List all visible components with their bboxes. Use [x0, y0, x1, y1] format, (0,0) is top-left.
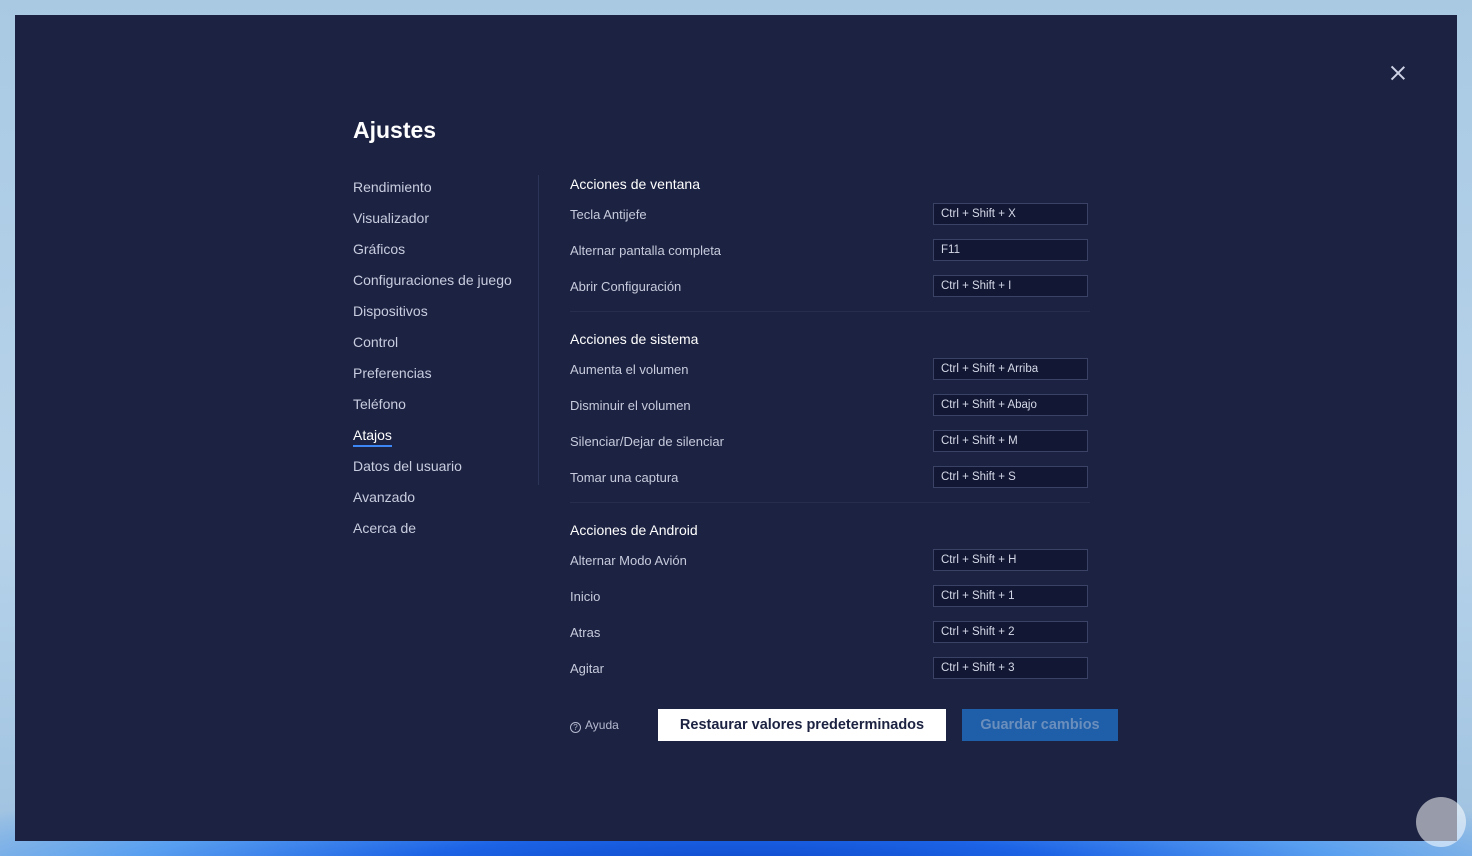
shortcut-label: Alternar Modo Avión — [570, 553, 687, 568]
section-title-android: Acciones de Android — [570, 522, 698, 538]
sidebar-item-visualizador[interactable]: Visualizador — [353, 209, 512, 240]
shortcut-label: Atras — [570, 625, 601, 640]
shortcut-row: Agitar Ctrl + Shift + 3 — [570, 657, 1090, 693]
restore-defaults-button[interactable]: Restaurar valores predeterminados — [658, 709, 946, 741]
sidebar-item-rendimiento[interactable]: Rendimiento — [353, 178, 512, 209]
sidebar-item-dispositivos[interactable]: Dispositivos — [353, 302, 512, 333]
section-title-sistema: Acciones de sistema — [570, 331, 699, 347]
section-divider — [570, 502, 1090, 503]
shortcut-label: Aumenta el volumen — [570, 362, 689, 377]
shortcut-label: Alternar pantalla completa — [570, 243, 722, 258]
dialog-footer: ? Ayuda Restaurar valores predeterminados… — [570, 709, 1130, 741]
sidebar-item-control[interactable]: Control — [353, 333, 512, 364]
help-circle-icon: ? — [570, 722, 581, 733]
shortcut-label: Disminuir el volumen — [570, 398, 691, 413]
sidebar-divider — [538, 175, 539, 485]
shortcut-input[interactable]: Ctrl + Shift + 2 — [933, 621, 1088, 643]
shortcut-input[interactable]: Ctrl + Shift + Abajo — [933, 394, 1088, 416]
shortcut-row: Inicio Ctrl + Shift + 1 — [570, 585, 1090, 621]
sidebar-item-configuraciones-de-juego[interactable]: Configuraciones de juego — [353, 271, 512, 302]
sidebar-item-avanzado[interactable]: Avanzado — [353, 488, 512, 519]
help-link[interactable]: ? Ayuda — [570, 718, 619, 733]
shortcut-input[interactable]: Ctrl + Shift + X — [933, 203, 1088, 225]
help-label: Ayuda — [585, 718, 619, 732]
shortcut-label: Silenciar/Dejar de silenciar — [570, 434, 724, 449]
sidebar-item-telefono[interactable]: Teléfono — [353, 395, 512, 426]
shortcut-row: Atras Ctrl + Shift + 2 — [570, 621, 1090, 657]
sidebar-item-graficos[interactable]: Gráficos — [353, 240, 512, 271]
watermark-logo — [1416, 797, 1466, 847]
shortcut-row: Alternar Modo Avión Ctrl + Shift + H — [570, 549, 1090, 585]
shortcut-row: Alternar pantalla completa F11 — [570, 239, 1090, 275]
settings-dialog: Ajustes Rendimiento Visualizador Gráfico… — [15, 15, 1457, 841]
shortcut-row: Tomar una captura Ctrl + Shift + S — [570, 466, 1090, 502]
save-changes-button[interactable]: Guardar cambios — [962, 709, 1118, 741]
close-icon[interactable] — [1390, 65, 1406, 81]
shortcut-label: Tecla Antijefe — [570, 207, 647, 222]
shortcut-row: Tecla Antijefe Ctrl + Shift + X — [570, 203, 1090, 239]
shortcut-input[interactable]: Ctrl + Shift + Arriba — [933, 358, 1088, 380]
section-title-ventana: Acciones de ventana — [570, 176, 700, 192]
shortcut-input[interactable]: Ctrl + Shift + I — [933, 275, 1088, 297]
shortcut-label: Inicio — [570, 589, 601, 604]
shortcut-row: Abrir Configuración Ctrl + Shift + I — [570, 275, 1090, 311]
shortcut-input[interactable]: Ctrl + Shift + H — [933, 549, 1088, 571]
shortcut-label: Abrir Configuración — [570, 279, 682, 294]
shortcut-input[interactable]: Ctrl + Shift + 1 — [933, 585, 1088, 607]
page-title: Ajustes — [353, 117, 437, 143]
shortcut-input[interactable]: Ctrl + Shift + S — [933, 466, 1088, 488]
shortcuts-panel[interactable]: Acciones de ventana Tecla Antijefe Ctrl … — [570, 173, 1090, 697]
shortcut-label: Agitar — [570, 661, 604, 676]
shortcut-row: Aumenta el volumen Ctrl + Shift + Arriba — [570, 358, 1090, 394]
sidebar-item-datos-del-usuario[interactable]: Datos del usuario — [353, 457, 512, 488]
shortcut-label: Tomar una captura — [570, 470, 679, 485]
shortcut-input[interactable]: Ctrl + Shift + 3 — [933, 657, 1088, 679]
section-divider — [570, 311, 1090, 312]
settings-sidebar: Rendimiento Visualizador Gráficos Config… — [353, 178, 512, 550]
sidebar-item-atajos[interactable]: Atajos — [353, 426, 512, 457]
shortcut-input[interactable]: Ctrl + Shift + M — [933, 430, 1088, 452]
sidebar-item-preferencias[interactable]: Preferencias — [353, 364, 512, 395]
shortcut-row: Silenciar/Dejar de silenciar Ctrl + Shif… — [570, 430, 1090, 466]
shortcut-row: Disminuir el volumen Ctrl + Shift + Abaj… — [570, 394, 1090, 430]
sidebar-item-acerca-de[interactable]: Acerca de — [353, 519, 512, 550]
shortcut-input[interactable]: F11 — [933, 239, 1088, 261]
